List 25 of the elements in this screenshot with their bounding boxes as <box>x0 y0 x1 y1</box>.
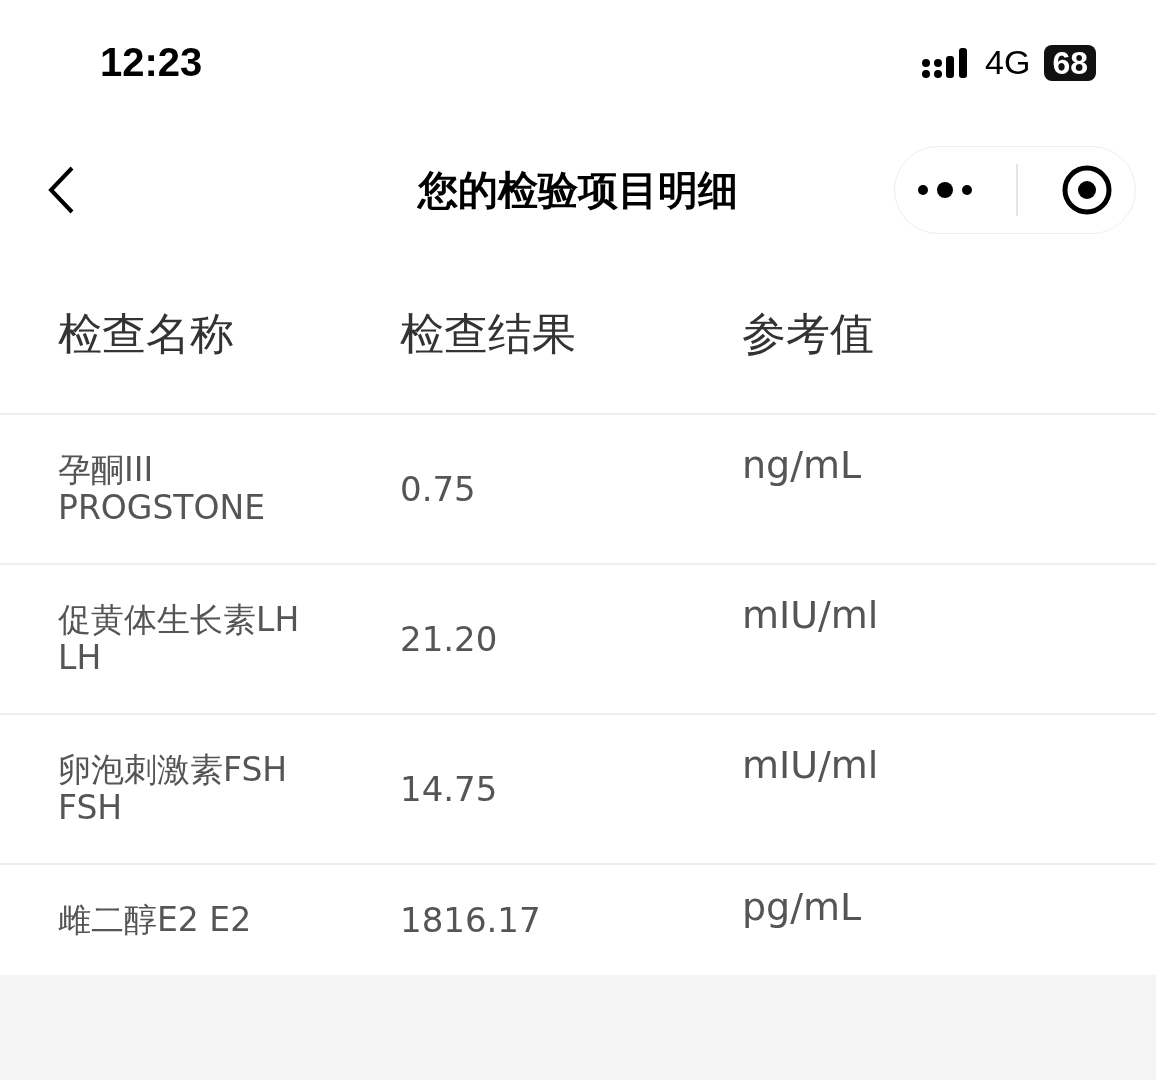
reference-value: mIU/ml <box>742 593 880 637</box>
test-name: LH <box>58 639 103 677</box>
reference-value: ng/mL <box>742 443 863 487</box>
test-name: 卵泡刺激素FSH <box>58 751 289 789</box>
battery-level: 68 <box>1044 44 1096 81</box>
column-header: 检查结果 <box>400 306 577 361</box>
network-type: 4G <box>985 43 1031 82</box>
test-result: 21.20 <box>400 619 499 659</box>
test-name: FSH <box>58 789 124 827</box>
close-icon[interactable] <box>1061 164 1114 216</box>
test-name: 雌二醇E2 E2 <box>58 901 253 939</box>
test-result: 1816.17 <box>400 900 542 940</box>
reference-value: mIU/ml <box>742 743 880 787</box>
test-result: 0.75 <box>400 469 477 509</box>
back-icon[interactable] <box>46 165 76 215</box>
reference-value: pg/mL <box>742 885 863 929</box>
status-time: 12:23 <box>100 40 203 85</box>
column-header: 参考值 <box>742 306 875 361</box>
test-name: PROGSTONE <box>58 489 266 527</box>
more-icon[interactable] <box>916 180 973 200</box>
page-title: 您的检验项目明细 <box>418 165 738 215</box>
test-name: 促黄体生长素LH <box>58 601 301 639</box>
column-header: 检查名称 <box>58 306 235 361</box>
test-name: 孕酮III <box>58 451 155 489</box>
test-result: 14.75 <box>400 769 499 809</box>
